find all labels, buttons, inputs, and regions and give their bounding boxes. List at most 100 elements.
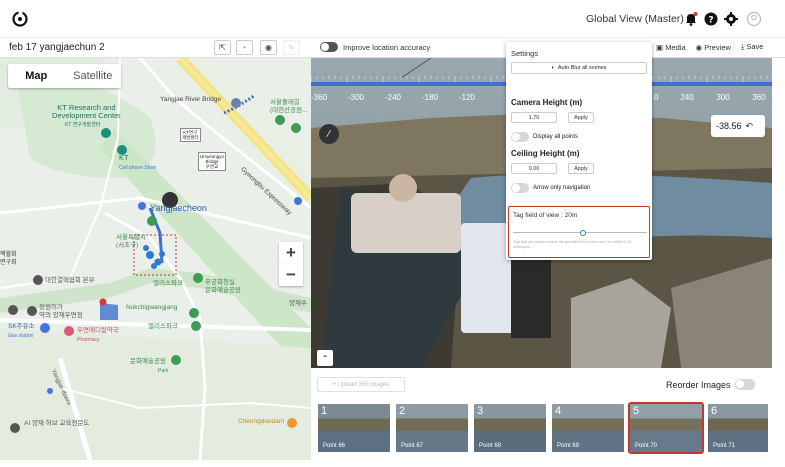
tag-fov-label: Tag field of view : 20m [513,212,578,219]
improve-accuracy-label: Improve location accuracy [343,42,431,52]
cursor-icon: ⇱ [219,43,226,52]
download-icon: ⤓ [740,42,745,51]
save-label: Save [746,42,764,51]
heading-value: -38.56 [716,121,742,131]
select-tool-button[interactable]: ⇱ [214,40,231,55]
reorder-toggle[interactable] [734,379,755,390]
preview-label: Preview [704,42,731,52]
record-icon: ◉ [265,43,272,52]
tag-fov-slider[interactable] [513,230,647,236]
thumbnail-label: Point 69 [557,443,580,449]
media-button[interactable]: ▣ Media [656,43,686,52]
reorder-label: Reorder Images [666,379,731,390]
thumbnail-selected[interactable]: 5 Point 70 [628,402,704,454]
map-label-mugunghwa: 무궁화청실 문화예술공원 [205,279,241,294]
map-label-seoul-kr: 서울특별시 (서초구) [116,234,146,249]
map-type-tabs: Map Satellite [8,64,121,88]
settings-title: Settings [511,49,539,58]
ceiling-height-input[interactable]: 0.00 [511,163,557,174]
heading-tick-label: 240 [680,93,694,102]
heading-tick-label: 0 [654,93,659,102]
avatar[interactable] [746,11,762,27]
top-bar: Global View (Master) ⌄ ? [0,0,785,38]
pencil-icon: ✎ [288,43,295,52]
map-label-road-kr2: 장원이가 약의 양재우면점 [39,304,83,319]
map-label-bridge-kr: 서울둘레길 (대현산공원... [270,99,308,114]
rotate-icon: ↶ [745,120,754,131]
thumbnail[interactable]: 2 Point 67 [396,404,468,452]
map-label-haeng: 핵월회 면구회 [0,252,17,266]
heading-value-box[interactable]: -38.56 ↶ [711,115,765,137]
map-label-road-kr1: 대한결핵협회 본부 [45,277,95,284]
map-label-sk: SK주유소 [8,323,35,330]
upload-button[interactable]: + Upload 360 images [317,377,405,392]
camera-tool-button[interactable]: ◉ [260,40,277,55]
thumbnail-label: Point 71 [713,443,736,449]
chevron-up-icon: ⌃ [321,353,329,363]
thumbnail[interactable]: 4 Point 69 [552,404,624,452]
dot-icon: • [243,43,246,52]
map-label-park: Park [158,368,169,374]
map-view[interactable]: Map Satellite KT Research and Developmen… [0,58,311,460]
map-label-yangjae: 양재수 [289,300,307,307]
ceiling-height-apply-button[interactable]: Apply [568,163,594,174]
thumbnail-number: 3 [477,405,484,417]
map-tag-bridge[interactable]: Umyeongyo Bridge 우면교 [198,152,227,171]
auto-blur-label: Auto Blur all scenes [557,65,607,71]
media-icon: ▣ [656,42,664,52]
eye-icon: ◉ [695,42,703,52]
camera-height-input[interactable]: 1.70 [511,112,557,123]
heading-tick-label: 360 [752,93,766,102]
view-selector-label: Global View (Master) [586,13,684,25]
thumbnail-number: 4 [555,405,562,417]
tag-fov-slider-knob[interactable] [579,230,586,236]
collapse-strip-button[interactable]: ⌃ [317,350,333,366]
preview-button[interactable]: ◉ Preview [696,43,731,52]
improve-accuracy-toggle[interactable] [320,42,338,52]
draw-tool-button[interactable]: ⁄ [319,124,339,144]
map-label-bridge: Yangjae River Bridge [160,96,221,103]
thumbnail-number: 6 [711,405,718,417]
auto-blur-button[interactable]: ◐ Auto Blur all scenes [511,62,647,74]
heading-tick-label: -300 [348,93,365,102]
tag-fov-help: Tags that are located outside the specif… [513,240,632,249]
map-canvas [0,58,311,460]
brush-icon: ⁄ [328,128,330,140]
map-tag-kt[interactable]: KT연구 개발센터 [180,128,201,142]
zoom-in-button[interactable]: + [279,242,303,264]
arrow-only-toggle[interactable] [511,183,529,193]
settings-icon[interactable] [723,11,739,27]
camera-height-apply-button[interactable]: Apply [568,112,594,123]
heading-tick-label: -360 [311,93,328,102]
map-label-research-center: KT Research and Development Center [52,103,121,120]
thumbnail-label: Point 70 [635,443,658,449]
thumbnail-label: Point 67 [401,443,424,449]
svg-text:?: ? [708,16,713,26]
thumbnail-number: 1 [321,405,328,417]
thumbnail[interactable]: 6 Point 71 [708,404,768,452]
point-tool-button[interactable]: • [236,40,253,55]
tab-satellite[interactable]: Satellite [65,64,122,88]
map-label-research-center-kr: KT 연구개발센터 [65,122,101,128]
thumbnail[interactable]: 3 Point 68 [474,404,546,452]
heading-tick-label: -180 [422,93,439,102]
help-icon[interactable]: ? [703,11,719,27]
thumbnail-number: 2 [399,405,406,417]
map-label-kt: KT [119,153,129,162]
thumbnail[interactable]: 1 Point 66 [318,404,390,452]
notification-bell-icon[interactable] [683,11,699,27]
heading-tick-label: -120 [459,93,476,102]
logo-icon[interactable] [11,10,29,28]
edit-tool-button[interactable]: ✎ [283,40,300,55]
heading-tick-label: -240 [385,93,402,102]
map-label-pharmacy-kr: 우면메디컬약국 [77,327,119,334]
ceiling-height-label: Ceiling Height (m) [511,149,580,158]
display-all-points-toggle[interactable] [511,132,529,142]
zoom-out-button[interactable]: − [279,264,303,286]
map-label-pharmacy: Pharmacy [77,337,100,343]
thumbnail-number: 5 [633,405,640,417]
save-button[interactable]: ⤓ Save [741,42,764,52]
display-all-points-label: Display all points [533,134,579,140]
tab-map[interactable]: Map [8,64,65,88]
view-selector[interactable]: Global View (Master) ⌄ [586,13,695,25]
